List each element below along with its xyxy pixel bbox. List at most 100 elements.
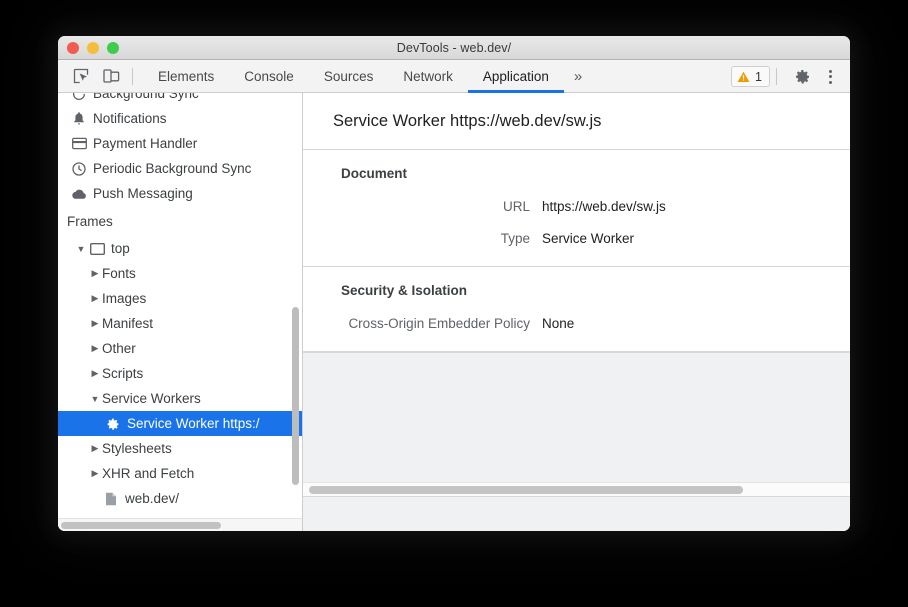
window-titlebar: DevTools - web.dev/ — [58, 36, 850, 60]
gear-icon[interactable] — [787, 60, 817, 93]
credit-card-icon — [70, 137, 88, 150]
chevron-down-icon[interactable]: ▼ — [74, 244, 88, 254]
sidebar-item-label: Service Worker https:/ — [127, 416, 260, 431]
chevron-right-icon[interactable]: ▶ — [88, 268, 102, 279]
toolbar-divider — [132, 68, 133, 85]
content-horizontal-scrollbar-thumb[interactable] — [309, 486, 743, 494]
chevron-right-icon[interactable]: ▶ — [88, 293, 102, 304]
sidebar-item-other[interactable]: ▶ Other — [58, 336, 302, 361]
panel-tabs: Elements Console Sources Network Applica… — [143, 60, 592, 93]
section-security-isolation: Security & Isolation Cross-Origin Embedd… — [303, 267, 850, 352]
sidebar-item-periodic-background-sync[interactable]: Periodic Background Sync — [58, 156, 302, 181]
sidebar-horizontal-scrollbar[interactable] — [58, 518, 302, 531]
chevron-right-icon[interactable]: ▶ — [88, 443, 102, 454]
more-tabs-icon[interactable]: » — [564, 60, 592, 93]
window-title: DevTools - web.dev/ — [58, 41, 850, 55]
tab-elements[interactable]: Elements — [143, 60, 229, 93]
field-label: URL — [303, 199, 542, 214]
sidebar-item-label: Push Messaging — [93, 186, 193, 201]
sidebar-item-label: Periodic Background Sync — [93, 161, 251, 176]
sidebar-item-label: Scripts — [102, 366, 143, 381]
minimize-window-button[interactable] — [87, 42, 99, 54]
devtools-toolbar: Elements Console Sources Network Applica… — [58, 60, 850, 93]
sidebar-item-label: Images — [102, 291, 146, 306]
chevron-down-icon[interactable]: ▼ — [88, 394, 102, 404]
tab-sources[interactable]: Sources — [309, 60, 389, 93]
sidebar-horizontal-scrollbar-thumb[interactable] — [61, 522, 221, 529]
frame-icon — [88, 243, 106, 255]
field-type: Type Service Worker — [303, 231, 850, 246]
sidebar-item-stylesheets[interactable]: ▶ Stylesheets — [58, 436, 302, 461]
sidebar-item-manifest[interactable]: ▶ Manifest — [58, 311, 302, 336]
sidebar-item-fonts[interactable]: ▶ Fonts — [58, 261, 302, 286]
sidebar-item-label: Payment Handler — [93, 136, 197, 151]
frame-details-panel: Service Worker https://web.dev/sw.js Doc… — [303, 93, 850, 531]
clock-icon — [70, 162, 88, 176]
sidebar-item-label: Notifications — [93, 111, 167, 126]
sidebar-item-images[interactable]: ▶ Images — [58, 286, 302, 311]
page-title: Service Worker https://web.dev/sw.js — [303, 93, 850, 150]
chevron-right-icon[interactable]: ▶ — [88, 318, 102, 329]
field-value[interactable]: https://web.dev/sw.js — [542, 199, 666, 214]
maximize-window-button[interactable] — [107, 42, 119, 54]
sidebar-item-label: top — [111, 241, 130, 256]
sidebar-item-label: Other — [102, 341, 136, 356]
sync-icon — [70, 93, 88, 101]
sidebar-item-xhr-and-fetch[interactable]: ▶ XHR and Fetch — [58, 461, 302, 486]
warning-count: 1 — [755, 70, 762, 84]
sidebar-item-web-dev[interactable]: web.dev/ — [58, 486, 302, 511]
tab-network[interactable]: Network — [388, 60, 468, 93]
close-window-button[interactable] — [67, 42, 79, 54]
section-heading: Document — [303, 166, 850, 181]
tab-application[interactable]: Application — [468, 60, 564, 93]
screenshot-root: DevTools - web.dev/ Elements Conso — [0, 0, 908, 607]
chevron-right-icon[interactable]: ▶ — [88, 468, 102, 479]
bell-icon — [70, 111, 88, 126]
sidebar-item-label: Service Workers — [102, 391, 201, 406]
field-value: None — [542, 316, 574, 331]
sidebar-item-label: XHR and Fetch — [102, 466, 194, 481]
section-document: Document URL https://web.dev/sw.js Type … — [303, 150, 850, 267]
chevron-right-icon[interactable]: ▶ — [88, 368, 102, 379]
sidebar-item-label: Background Sync — [93, 93, 199, 101]
sidebar-item-service-worker-sw-js[interactable]: Service Worker https:/ — [58, 411, 302, 436]
sidebar-item-label: Stylesheets — [102, 441, 172, 456]
sidebar-item-notifications[interactable]: Notifications — [58, 106, 302, 131]
field-url: URL https://web.dev/sw.js — [303, 199, 850, 214]
sidebar-section-frames: Frames — [58, 206, 302, 236]
sidebar-item-background-sync[interactable]: Background Sync — [58, 93, 302, 106]
document-icon — [102, 492, 120, 506]
sidebar-item-push-messaging[interactable]: Push Messaging — [58, 181, 302, 206]
field-value: Service Worker — [542, 231, 634, 246]
devtools-window: DevTools - web.dev/ Elements Conso — [58, 36, 850, 531]
device-toolbar-icon[interactable] — [96, 60, 126, 93]
sidebar-item-label: Fonts — [102, 266, 136, 281]
sidebar-tree: Background Sync Notifications — [58, 93, 302, 515]
sidebar-item-scripts[interactable]: ▶ Scripts — [58, 361, 302, 386]
sidebar-vertical-scrollbar[interactable] — [292, 307, 299, 485]
sidebar-item-service-workers[interactable]: ▼ Service Workers — [58, 386, 302, 411]
warning-badge[interactable]: 1 — [731, 66, 770, 87]
toolbar-right-actions: 1 — [731, 60, 843, 93]
sidebar-item-label: web.dev/ — [125, 491, 179, 506]
warning-triangle-icon — [737, 71, 750, 83]
devtools-body: Background Sync Notifications — [58, 93, 850, 531]
field-label: Type — [303, 231, 542, 246]
section-heading: Security & Isolation — [303, 283, 850, 298]
sidebar-item-top[interactable]: ▼ top — [58, 236, 302, 261]
content-footer-area — [303, 496, 850, 531]
application-sidebar: Background Sync Notifications — [58, 93, 303, 531]
tab-console[interactable]: Console — [229, 60, 309, 93]
field-label: Cross-Origin Embedder Policy — [303, 316, 542, 331]
chevron-right-icon[interactable]: ▶ — [88, 343, 102, 354]
gear-icon — [104, 417, 122, 431]
sidebar-item-label: Manifest — [102, 316, 153, 331]
content-empty-area — [303, 352, 850, 496]
traffic-light-buttons[interactable] — [67, 42, 119, 54]
kebab-menu-icon[interactable] — [817, 60, 843, 93]
cloud-icon — [70, 188, 88, 200]
content-horizontal-scrollbar[interactable] — [303, 482, 850, 496]
inspect-element-icon[interactable] — [66, 60, 96, 93]
field-cross-origin-embedder-policy: Cross-Origin Embedder Policy None — [303, 316, 850, 331]
sidebar-item-payment-handler[interactable]: Payment Handler — [58, 131, 302, 156]
